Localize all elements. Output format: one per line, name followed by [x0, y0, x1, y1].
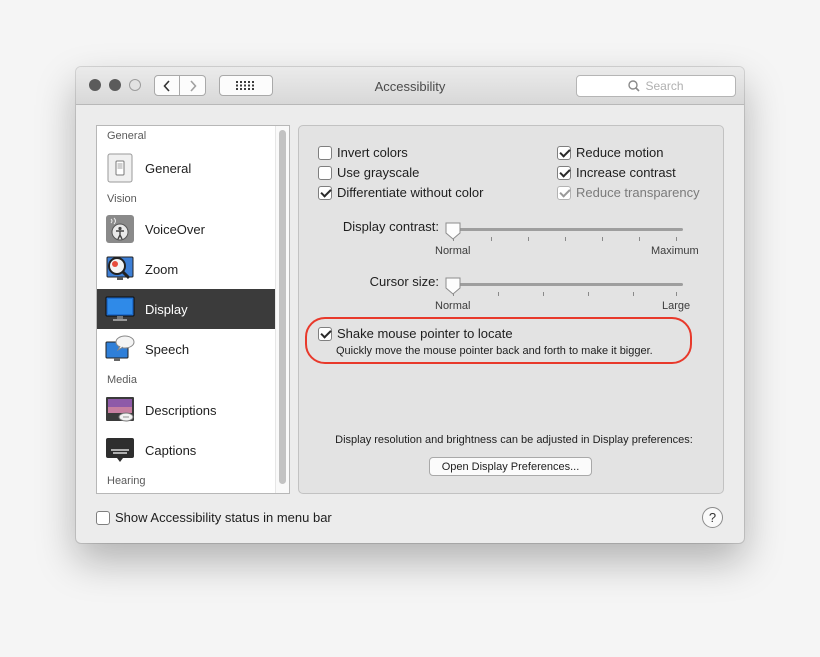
display-monitor-icon	[105, 296, 135, 321]
help-button[interactable]: ?	[702, 507, 723, 528]
window-title: Accessibility	[374, 79, 446, 94]
captions-icon	[106, 438, 134, 462]
chevron-right-icon	[189, 79, 197, 92]
search-field[interactable]: Search	[576, 75, 736, 97]
sidebar-scrollbar[interactable]	[275, 126, 289, 493]
sidebar-item-label: VoiceOver	[145, 221, 205, 237]
sidebar-item-label: General	[145, 160, 192, 176]
slider-tick	[498, 292, 499, 296]
increase-contrast-checkbox-row[interactable]: Increase contrast	[557, 165, 676, 180]
increase-contrast-label: Increase contrast	[576, 165, 676, 180]
section-label-general: General	[107, 130, 147, 142]
close-window-button[interactable]	[89, 79, 101, 91]
display-preferences-note: Display resolution and brightness can be…	[335, 434, 693, 446]
voiceover-icon	[106, 215, 134, 243]
slider-tick	[543, 292, 544, 296]
differentiate-without-color-checkbox[interactable]	[318, 185, 332, 200]
show-status-checkbox-row[interactable]: Show Accessibility status in menu bar	[96, 510, 332, 525]
sidebar-item-speech[interactable]: Speech	[97, 329, 275, 369]
zoom-magnifier-icon	[106, 256, 134, 280]
title-bar: Accessibility Search	[76, 67, 744, 105]
cursor-max-label: Large	[662, 300, 691, 312]
sidebar-item-label: Speech	[145, 341, 190, 357]
slider-tick	[676, 292, 677, 296]
chevron-left-icon	[163, 79, 170, 92]
sidebar-item-zoom[interactable]: Zoom	[97, 249, 275, 289]
slider-track[interactable]	[447, 228, 683, 231]
section-label-vision: Vision	[107, 193, 137, 205]
sidebar-item-captions[interactable]: Captions	[97, 430, 275, 470]
invert-colors-checkbox-row[interactable]: Invert colors	[318, 145, 408, 160]
cursor-min-label: Normal	[435, 300, 471, 312]
search-icon	[628, 80, 641, 92]
back-button[interactable]	[154, 75, 180, 96]
cursor-size-label: Cursor size:	[369, 274, 439, 289]
slider-knob[interactable]	[445, 222, 461, 240]
slider-tick	[528, 237, 529, 241]
forward-button[interactable]	[180, 75, 206, 96]
slider-knob[interactable]	[445, 277, 461, 295]
reduce-motion-label: Reduce motion	[576, 145, 664, 160]
reduce-transparency-label: Reduce transparency	[576, 185, 700, 200]
differentiate-without-color-label: Differentiate without color	[337, 185, 484, 200]
use-grayscale-label: Use grayscale	[337, 165, 420, 180]
search-placeholder: Search	[645, 79, 684, 93]
increase-contrast-checkbox[interactable]	[557, 165, 571, 180]
reduce-transparency-checkbox-row: Reduce transparency	[557, 185, 700, 200]
sidebar-item-label: Display	[145, 301, 188, 317]
minimize-window-button[interactable]	[109, 79, 121, 91]
use-grayscale-checkbox-row[interactable]: Use grayscale	[318, 165, 419, 180]
show-status-label: Show Accessibility status in menu bar	[115, 510, 332, 525]
sidebar-item-voiceover[interactable]: VoiceOver	[97, 209, 275, 249]
sidebar-item-descriptions[interactable]: Descriptions	[97, 390, 275, 430]
slider-tick	[588, 292, 589, 296]
speech-bubble-icon	[105, 335, 135, 361]
sidebar-item-label: Zoom	[145, 261, 179, 277]
scrollbar-thumb[interactable]	[279, 130, 286, 484]
section-label-media: Media	[107, 374, 137, 386]
invert-colors-checkbox[interactable]	[318, 145, 332, 160]
highlight-annotation-ring	[305, 317, 692, 364]
slider-tick	[633, 292, 634, 296]
category-sidebar[interactable]: General General Vision VoiceOver Zoom Di…	[96, 125, 290, 494]
section-label-hearing: Hearing	[107, 475, 146, 487]
slider-tick	[602, 237, 603, 241]
reduce-motion-checkbox-row[interactable]: Reduce motion	[557, 145, 663, 160]
differentiate-without-color-checkbox-row[interactable]: Differentiate without color	[318, 185, 483, 200]
open-display-preferences-button[interactable]: Open Display Preferences...	[429, 457, 592, 476]
show-all-button[interactable]	[219, 75, 273, 96]
sidebar-item-label: Captions	[145, 442, 197, 458]
reduce-transparency-checkbox	[557, 185, 571, 200]
display-contrast-label: Display contrast:	[342, 219, 439, 234]
sidebar-item-label: Descriptions	[145, 402, 217, 418]
contrast-min-label: Normal	[435, 245, 471, 257]
show-status-in-menu-bar-checkbox[interactable]	[96, 510, 110, 525]
slider-tick	[565, 237, 566, 241]
zoom-window-button[interactable]	[129, 79, 141, 91]
grid-icon	[236, 81, 254, 90]
general-switch-icon	[107, 153, 133, 183]
slider-track[interactable]	[447, 283, 683, 286]
sidebar-item-general[interactable]: General	[97, 148, 275, 188]
invert-colors-label: Invert colors	[337, 145, 408, 160]
slider-tick	[676, 237, 677, 241]
reduce-motion-checkbox[interactable]	[557, 145, 571, 160]
contrast-max-label: Maximum	[651, 245, 699, 257]
accessibility-window: Accessibility Search General General Vis…	[76, 67, 744, 543]
slider-tick	[639, 237, 640, 241]
use-grayscale-checkbox[interactable]	[318, 165, 332, 180]
slider-tick	[491, 237, 492, 241]
descriptions-icon	[106, 397, 134, 422]
sidebar-item-display[interactable]: Display	[97, 289, 275, 329]
